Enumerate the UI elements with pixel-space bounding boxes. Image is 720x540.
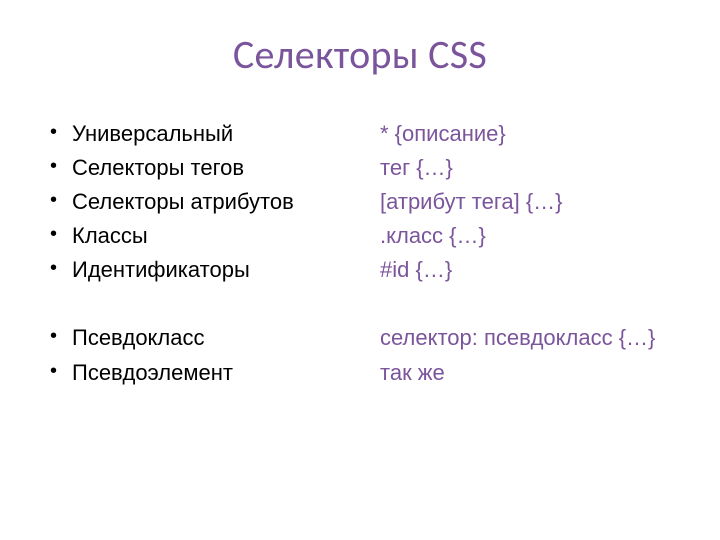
code-line: * {описание} [380,117,670,151]
right-column: * {описание} тег {…} [атрибут тега] {…} … [380,117,670,390]
slide: Селекторы CSS Универсальный Селекторы те… [0,0,720,540]
left-column: Универсальный Селекторы тегов Селекторы … [50,117,350,390]
code-lines-group2: селектор: псевдокласс {…} так же [380,321,670,389]
code-line: [атрибут тега] {…} [380,185,670,219]
list-item: Классы [50,219,350,253]
list-item: Универсальный [50,117,350,151]
content-columns: Универсальный Селекторы тегов Селекторы … [50,117,670,390]
spacer [50,287,350,321]
list-item: Идентификаторы [50,253,350,287]
code-lines-group1: * {описание} тег {…} [атрибут тега] {…} … [380,117,670,287]
bullet-list-group2: Псевдокласс Псевдоэлемент [50,321,350,389]
spacer [380,287,670,321]
bullet-list-group1: Универсальный Селекторы тегов Селекторы … [50,117,350,287]
list-item: Селекторы атрибутов [50,185,350,219]
list-item: Псевдокласс [50,321,350,355]
list-item: Псевдоэлемент [50,356,350,390]
code-line: так же [380,356,670,390]
code-line: #id {…} [380,253,670,287]
code-line: тег {…} [380,151,670,185]
code-line: селектор: псевдокласс {…} [380,321,670,355]
list-item: Селекторы тегов [50,151,350,185]
slide-title: Селекторы CSS [50,30,670,79]
code-line: .класс {…} [380,219,670,253]
